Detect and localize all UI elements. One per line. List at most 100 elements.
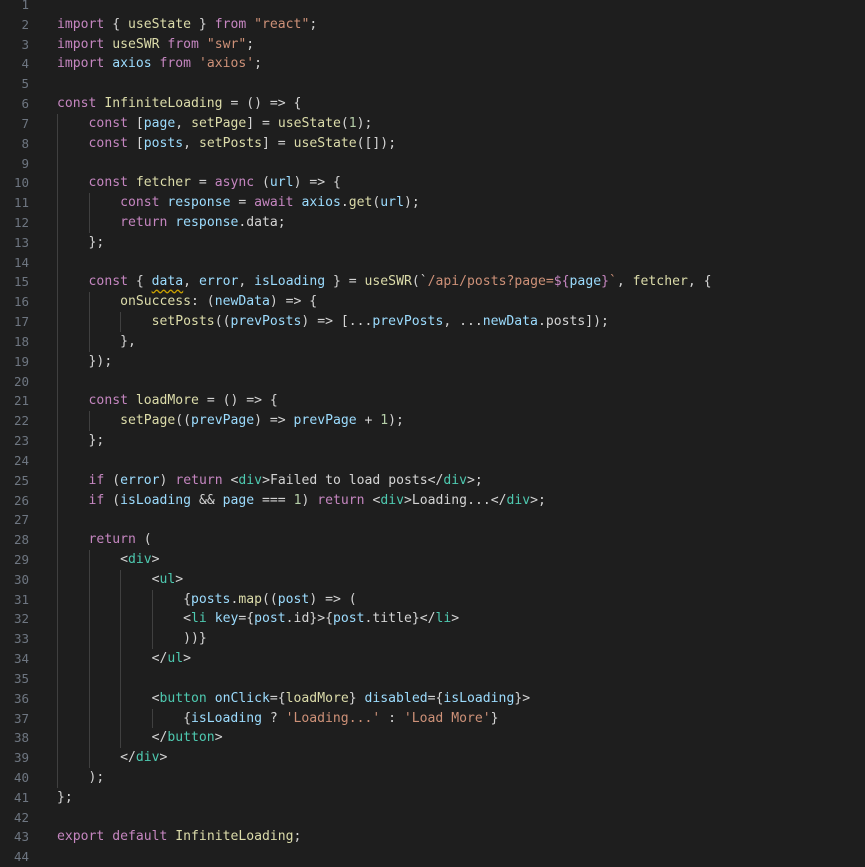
code-token: .data; xyxy=(238,215,286,231)
code-line[interactable]: 14 xyxy=(0,253,865,273)
code-line[interactable]: 30 <ul> xyxy=(0,570,865,590)
code-token: </ xyxy=(57,730,168,746)
code-line[interactable]: 32 <li key={post.id}>{post.title}</li> xyxy=(0,609,865,629)
code-line[interactable]: 23 }; xyxy=(0,431,865,451)
code-token: from xyxy=(214,16,247,32)
code-token: div xyxy=(506,492,531,508)
code-token: page xyxy=(222,492,255,508)
code-token: li xyxy=(435,611,452,627)
code-token: = xyxy=(230,195,255,211)
code-line[interactable]: 11 const response = await axios.get(url)… xyxy=(0,193,865,213)
code-token: = xyxy=(191,175,215,191)
code-token: { xyxy=(57,591,192,607)
code-line[interactable]: 10 const fetcher = async (url) => { xyxy=(0,173,865,193)
code-line[interactable]: 33 ))} xyxy=(0,629,865,649)
code-token: ([]); xyxy=(356,135,397,151)
code-text: const { data, error, isLoading } = useSW… xyxy=(57,272,712,292)
code-token: ; xyxy=(254,56,263,72)
code-editor[interactable]: 1 2 import { useState } from "react"; 3 impo… xyxy=(0,0,865,866)
code-line[interactable]: 29 <div> xyxy=(0,550,865,570)
code-line[interactable]: 19 }); xyxy=(0,352,865,372)
code-line[interactable]: 39 </div> xyxy=(0,748,865,768)
code-line[interactable]: 21 const loadMore = () => { xyxy=(0,391,865,411)
code-line[interactable]: 8 const [posts, setPosts] = useState([])… xyxy=(0,134,865,154)
code-line[interactable]: 37 {isLoading ? 'Loading...' : 'Load Mor… xyxy=(0,709,865,729)
code-token: < xyxy=(222,472,239,488)
code-token: } xyxy=(348,690,365,706)
code-line[interactable]: 4 import axios from 'axios'; xyxy=(0,54,865,74)
code-line[interactable]: 31 {posts.map((post) => ( xyxy=(0,590,865,610)
code-line[interactable]: 7 const [page, setPage] = useState(1); xyxy=(0,114,865,134)
code-token: const xyxy=(88,393,128,409)
code-token: } = xyxy=(325,274,365,290)
code-line[interactable]: 27 xyxy=(0,510,865,530)
code-token: useState xyxy=(127,16,192,32)
code-line[interactable]: 25 if (error) return <div>Failed to load… xyxy=(0,471,865,491)
code-line[interactable]: 38 </button> xyxy=(0,728,865,748)
code-line[interactable]: 40 ); xyxy=(0,768,865,788)
code-line[interactable]: 1 xyxy=(0,0,865,15)
code-token: >; xyxy=(467,472,483,488)
code-line[interactable]: 20 xyxy=(0,372,865,392)
code-token: map xyxy=(238,591,262,607)
line-number: 28 xyxy=(13,532,29,548)
code-line[interactable]: 26 if (isLoading && page === 1) return <… xyxy=(0,491,865,511)
line-number: 30 xyxy=(13,571,29,587)
code-token: >; xyxy=(530,492,546,508)
code-line[interactable]: 34 </ul> xyxy=(0,649,865,669)
line-number: 11 xyxy=(13,195,29,211)
line-number: 34 xyxy=(13,651,29,667)
code-line[interactable]: 6 const InfiniteLoading = () => { xyxy=(0,94,865,114)
code-text: import { useState } from "react"; xyxy=(57,15,317,35)
code-text: {posts.map((post) => ( xyxy=(57,590,357,610)
code-token: > xyxy=(214,730,223,746)
code-token: ul xyxy=(167,651,184,667)
line-number: 10 xyxy=(13,175,29,191)
code-line[interactable]: 43 export default InfiniteLoading; xyxy=(0,827,865,847)
code-line[interactable]: 15 const { data, error, isLoading } = us… xyxy=(0,272,865,292)
line-number: 21 xyxy=(13,393,29,409)
code-token: ) => ( xyxy=(309,591,357,607)
code-line[interactable]: 28 return ( xyxy=(0,530,865,550)
line-number: 42 xyxy=(13,809,29,825)
code-token: li xyxy=(191,611,207,627)
code-token: response xyxy=(175,215,239,231)
code-line[interactable]: 42 xyxy=(0,808,865,828)
code-text: }; xyxy=(57,431,105,451)
code-token: = () => { xyxy=(222,96,302,112)
code-line[interactable]: 18 }, xyxy=(0,332,865,352)
code-line[interactable]: 2 import { useState } from "react"; xyxy=(0,15,865,35)
code-line[interactable]: 9 xyxy=(0,154,865,174)
code-line[interactable]: 36 <button onClick={loadMore} disabled={… xyxy=(0,689,865,709)
code-token: : ( xyxy=(191,294,215,310)
code-token: button xyxy=(167,730,215,746)
code-text: </div> xyxy=(57,748,167,768)
code-token: }; xyxy=(88,234,105,250)
code-line[interactable]: 24 xyxy=(0,451,865,471)
code-line[interactable]: 3 import useSWR from "swr"; xyxy=(0,35,865,55)
code-token: import xyxy=(57,36,105,52)
code-line[interactable]: 16 onSuccess: (newData) => { xyxy=(0,292,865,312)
code-token: ={ xyxy=(238,611,255,627)
code-line[interactable]: 35 xyxy=(0,669,865,689)
code-line[interactable]: 22 setPage((prevPage) => prevPage + 1); xyxy=(0,411,865,431)
code-token: ))} xyxy=(57,631,207,647)
code-token: if xyxy=(88,472,105,488)
code-line[interactable]: 12 return response.data; xyxy=(0,213,865,233)
code-line[interactable]: 17 setPosts((prevPosts) => [...prevPosts… xyxy=(0,312,865,332)
code-line[interactable]: 5 xyxy=(0,74,865,94)
code-token: prevPosts xyxy=(230,314,302,330)
code-token: < xyxy=(57,690,160,706)
line-number: 19 xyxy=(13,353,29,369)
code-line[interactable]: 44 xyxy=(0,847,865,867)
code-line[interactable]: 41}; xyxy=(0,788,865,808)
code-text: const [page, setPage] = useState(1); xyxy=(57,114,373,134)
warning-squiggle-token: data xyxy=(151,274,184,290)
code-line[interactable]: 13 }; xyxy=(0,233,865,253)
line-number: 38 xyxy=(13,730,29,746)
